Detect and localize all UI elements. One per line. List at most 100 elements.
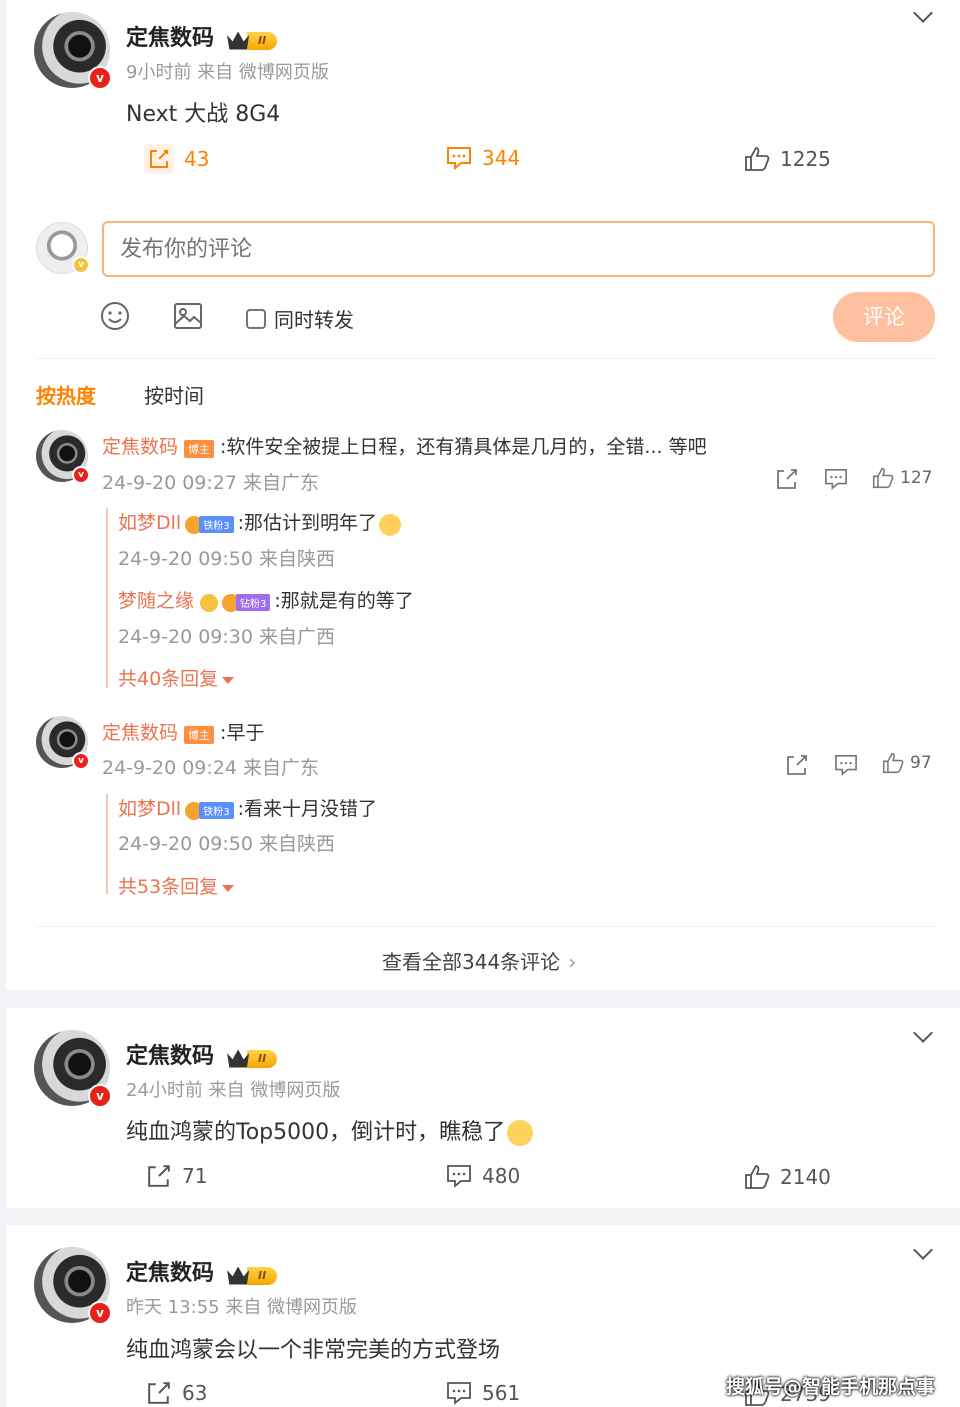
repost-count: 43 [184, 147, 210, 171]
comment-icon[interactable] [834, 754, 858, 776]
repost-icon [148, 1165, 170, 1187]
comment-icon [447, 1382, 471, 1405]
reply-time: 24-9-20 09:30 来自广西 [118, 626, 335, 648]
sort-time-tab[interactable]: 按时间 [144, 380, 204, 409]
reply-row: 如梦Dll 铁粉3:看来十月没错了 [118, 794, 377, 821]
author-tag: 博主 [184, 439, 215, 458]
author-row: 定焦数码 II [126, 20, 278, 52]
vip-badge-icon: II [227, 31, 278, 50]
repost-icon[interactable] [776, 468, 798, 490]
comment-like-count: 97 [910, 753, 932, 773]
comment-button[interactable]: 344 [446, 146, 520, 170]
also-repost-label: 同时转发 [274, 308, 354, 332]
sort-hot-tab[interactable]: 按热度 [36, 380, 96, 409]
more-replies-link[interactable]: 共53条回复 [118, 872, 235, 899]
reply-text: :那就是有的等了 [274, 590, 414, 612]
verified-badge-icon: v [88, 66, 112, 90]
post-meta: 24小时前 来自 微博网页版 [126, 1080, 341, 1101]
comment-count: 344 [482, 146, 521, 170]
post-meta: 9小时前 来自 微博网页版 [126, 62, 329, 83]
vip-badge-icon: II [227, 1266, 278, 1285]
reply-time: 24-9-20 09:50 来自陕西 [118, 548, 335, 570]
checkbox-icon [246, 308, 266, 329]
emoji-icon [378, 513, 401, 536]
chevron-down-icon[interactable] [913, 1240, 933, 1260]
comment-text: :早于 [220, 722, 265, 744]
author-tag: 博主 [184, 725, 215, 744]
divider [36, 926, 936, 927]
like-button[interactable]: 2140 [744, 1164, 831, 1190]
comment-row: 定焦数码 博主:软件安全被提上日程，还有猜具体是几月的，全错... 等吧 [102, 432, 707, 459]
post-content: 纯血鸿蒙的Top5000，倒计时，瞧稳了 [126, 1114, 534, 1146]
comment-button[interactable]: 561 [446, 1381, 520, 1405]
post-content: 纯血鸿蒙会以一个非常完美的方式登场 [126, 1338, 501, 1363]
more-replies-link[interactable]: 共40条回复 [118, 664, 235, 691]
comment-icon [447, 1165, 471, 1188]
repost-icon [148, 1382, 170, 1404]
repost-icon[interactable] [786, 754, 808, 776]
fan-badge: 钻粉3 [222, 593, 271, 612]
comment-row: 定焦数码 博主 :早于 [102, 718, 264, 745]
comment-icon[interactable] [824, 468, 848, 490]
repost-button[interactable]: 43 [144, 144, 209, 174]
repost-button[interactable]: 63 [146, 1381, 207, 1405]
vip-badge-icon: II [227, 1049, 278, 1068]
image-icon[interactable] [173, 302, 203, 330]
comment-icon [447, 147, 471, 170]
post-meta: 昨天 13:55 来自 微博网页版 [126, 1297, 358, 1318]
reply-thread [106, 508, 108, 688]
caret-down-icon [222, 885, 235, 892]
author-row: 定焦数码 II [126, 1038, 278, 1070]
submit-comment-button[interactable]: 评论 [833, 292, 935, 342]
my-verified-icon: v [72, 256, 90, 274]
chevron-right-icon: › [568, 950, 577, 974]
verified-badge-icon: v [72, 466, 90, 484]
reply-row: 梦随之缘 钻粉3:那就是有的等了 [118, 586, 414, 613]
author-name[interactable]: 定焦数码 [126, 1044, 214, 1069]
verified-badge-icon: v [72, 752, 90, 770]
replier-name[interactable]: 如梦Dll [118, 798, 181, 820]
fan-badge: 铁粉3 [185, 515, 234, 534]
thumbs-up-icon [872, 467, 894, 489]
watermark: 搜狐号@智能手机那点事 [726, 1376, 936, 1398]
replier-name[interactable]: 梦随之缘 [118, 590, 194, 612]
emoji-icon[interactable] [100, 301, 130, 331]
thumbs-up-icon [745, 147, 770, 171]
post-card-1: v 定焦数码 II 9小时前 来自 微博网页版 Next 大战 8G4 43 3… [6, 0, 960, 990]
commenter-name[interactable]: 定焦数码 [102, 436, 178, 458]
author-name[interactable]: 定焦数码 [126, 1261, 214, 1286]
reply-row: 如梦Dll 铁粉3:那估计到明年了 [118, 508, 401, 536]
comment-button[interactable]: 480 [446, 1164, 520, 1188]
also-repost-checkbox[interactable]: 同时转发 [246, 304, 354, 333]
reply-thread [106, 794, 108, 894]
thumbs-up-icon [745, 1165, 770, 1189]
comment-like-button[interactable]: 127 [872, 467, 932, 489]
reply-text: :看来十月没错了 [237, 798, 377, 820]
verified-badge-icon: v [88, 1301, 112, 1325]
replier-name[interactable]: 如梦Dll [118, 512, 181, 534]
divider [36, 358, 936, 359]
commenter-name[interactable]: 定焦数码 [102, 722, 178, 744]
fan-badge: 铁粉3 [185, 801, 234, 820]
thumbs-up-icon [882, 752, 904, 774]
caret-down-icon [222, 677, 235, 684]
smile-emoji-icon [507, 1120, 534, 1146]
like-button[interactable]: 1225 [744, 146, 831, 172]
repost-icon [144, 144, 174, 174]
post-content: Next 大战 8G4 [126, 102, 281, 127]
comment-time: 24-9-20 09:27 来自广东 [102, 472, 319, 494]
chevron-down-icon[interactable] [913, 1023, 933, 1043]
comment-input[interactable] [102, 221, 935, 277]
author-row: 定焦数码 II [126, 1255, 278, 1287]
comment-time: 24-9-20 09:24 来自广东 [102, 757, 319, 779]
like-count: 1225 [780, 147, 831, 171]
post-card-2: v 定焦数码 II 24小时前 来自 微博网页版 纯血鸿蒙的Top5000，倒计… [6, 1008, 960, 1208]
view-all-comments-link[interactable]: 查看全部344条评论 › [382, 946, 576, 975]
author-name[interactable]: 定焦数码 [126, 26, 214, 51]
chevron-down-icon[interactable] [913, 3, 933, 23]
comment-like-count: 127 [900, 468, 933, 488]
comment-like-button[interactable]: 97 [882, 752, 932, 774]
repost-button[interactable]: 71 [146, 1164, 207, 1188]
reply-time: 24-9-20 09:50 来自陕西 [118, 833, 335, 855]
reply-text: :那估计到明年了 [237, 512, 377, 534]
